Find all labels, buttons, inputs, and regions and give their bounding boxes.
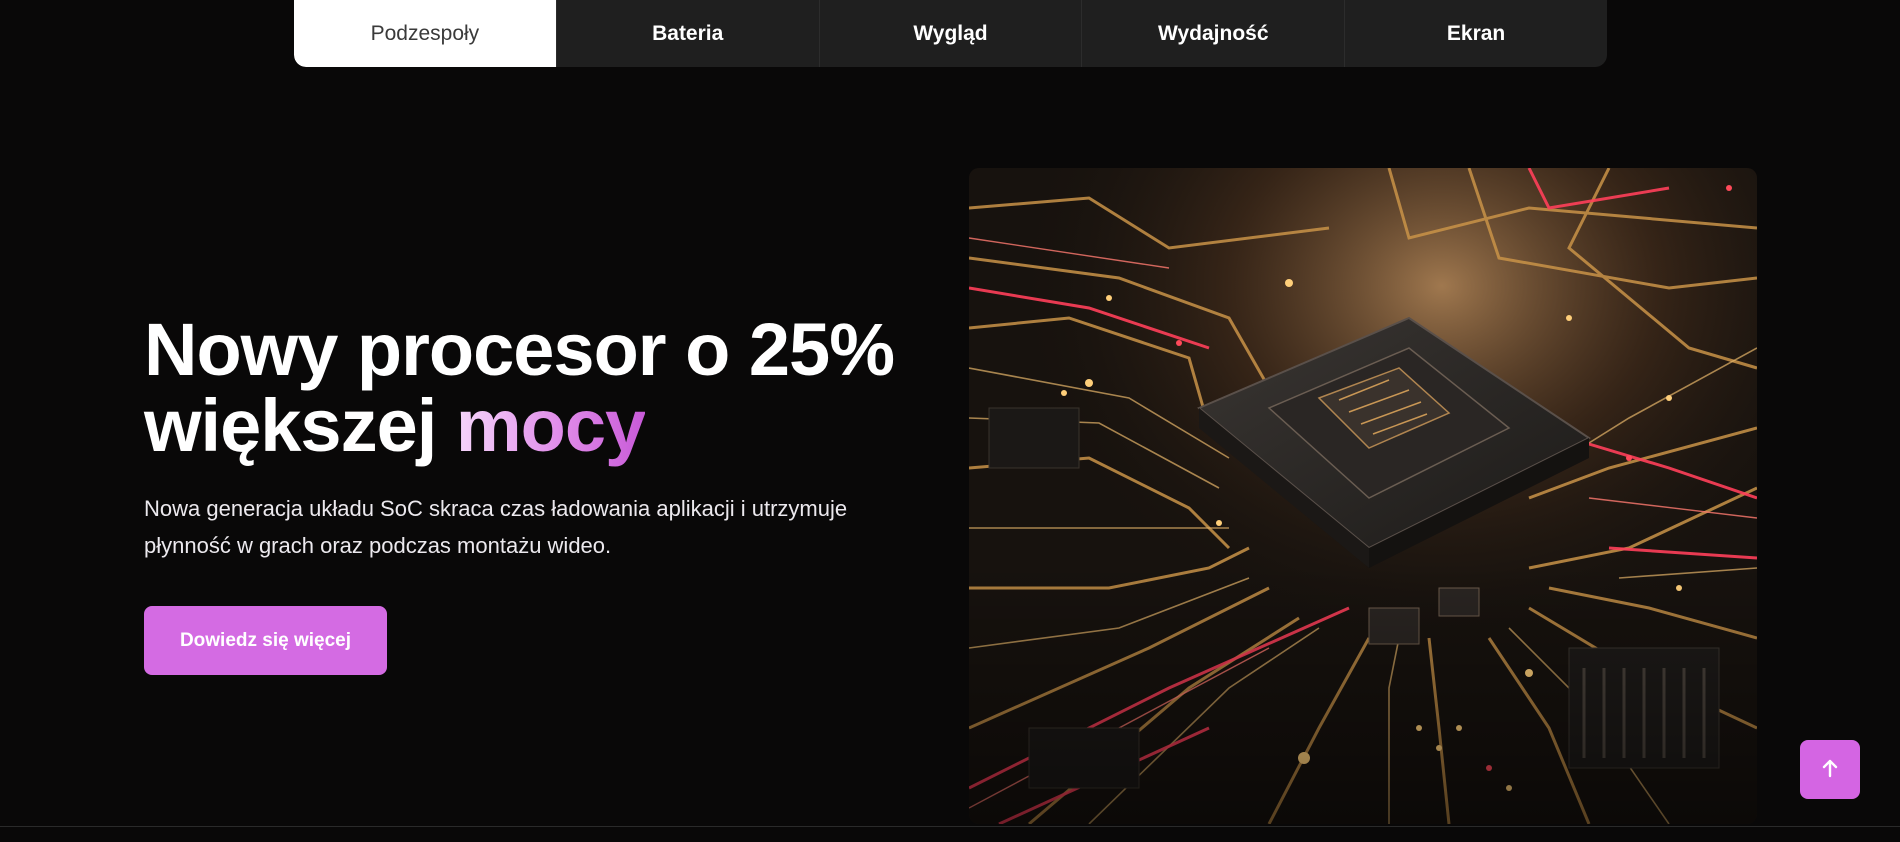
hero-headline: Nowy procesor o 25% większej mocy bbox=[144, 312, 904, 464]
description-line-1: Nowa generacja układu SoC skraca czas ła… bbox=[144, 496, 848, 521]
tab-wydajnosc[interactable]: Wydajność bbox=[1082, 0, 1346, 67]
processor-circuit-image bbox=[969, 168, 1757, 824]
tab-ekran[interactable]: Ekran bbox=[1345, 0, 1607, 67]
section-divider bbox=[0, 826, 1900, 827]
headline-line-1: Nowy procesor o 25% bbox=[144, 308, 895, 391]
arrow-up-icon bbox=[1819, 757, 1841, 782]
page: Podzespoły Bateria Wygląd Wydajność Ekra… bbox=[0, 0, 1900, 842]
section-tabs: Podzespoły Bateria Wygląd Wydajność Ekra… bbox=[294, 0, 1607, 67]
tab-podzespoly[interactable]: Podzespoły bbox=[294, 0, 557, 67]
headline-accent-word: mocy bbox=[455, 384, 646, 467]
headline-line-2-plain: większej bbox=[144, 384, 437, 467]
hero-description: Nowa generacja układu SoC skraca czas ła… bbox=[144, 490, 864, 564]
tab-wyglad[interactable]: Wygląd bbox=[820, 0, 1083, 67]
learn-more-button[interactable]: Dowiedz się więcej bbox=[144, 606, 387, 675]
tab-bateria[interactable]: Bateria bbox=[557, 0, 820, 67]
description-line-2: płynność w grach oraz podczas montażu wi… bbox=[144, 533, 612, 558]
back-to-top-button[interactable] bbox=[1800, 740, 1860, 799]
